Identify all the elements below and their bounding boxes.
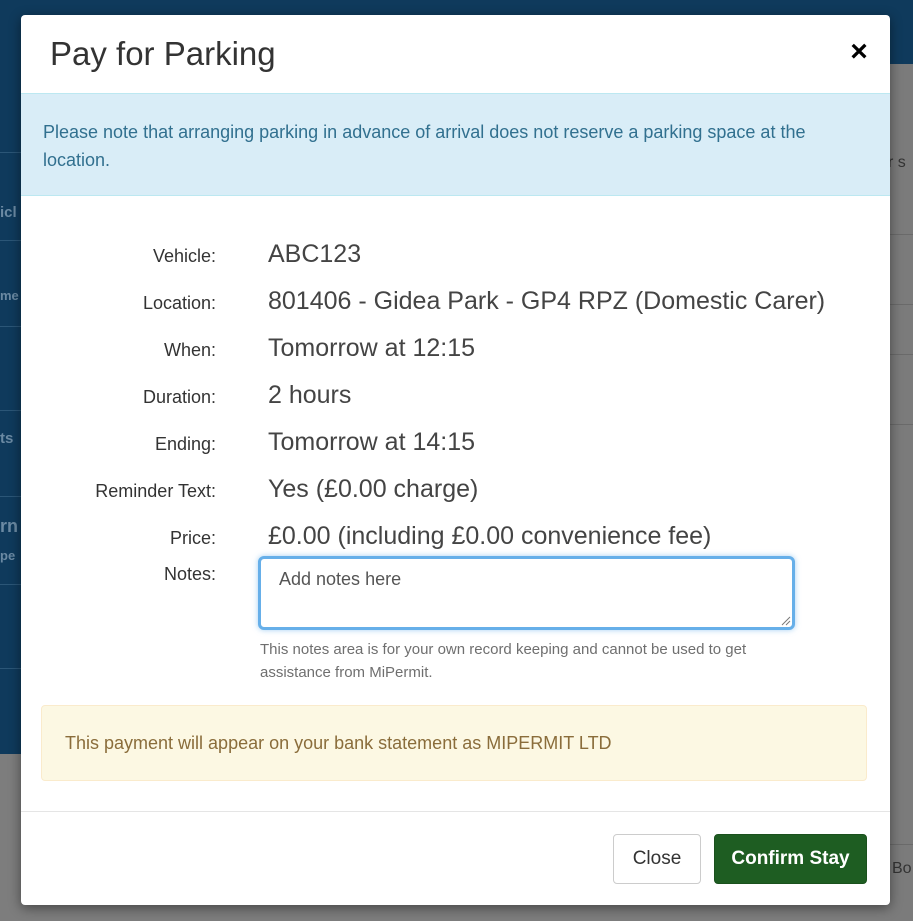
detail-row-duration: Duration: 2 hours [21,381,890,421]
background-fragment: Bo [892,860,912,877]
background-divider [890,234,913,235]
detail-value: Yes (£0.00 charge) [268,475,479,503]
detail-label: Duration: [142,387,216,407]
modal-footer: Close Confirm Stay [21,811,890,905]
notes-label: Notes: [163,564,216,584]
detail-row-when: When: Tomorrow at 12:15 [21,334,890,374]
modal-title: Pay for Parking [50,35,276,72]
detail-label: When: [163,340,216,360]
close-button[interactable]: Close [613,834,701,884]
background-divider [890,424,913,425]
background-right-content: r s Bo [890,64,913,921]
modal-header: Pay for Parking × [21,15,890,93]
bank-statement-alert: This payment will appear on your bank st… [41,705,867,781]
close-icon[interactable]: × [848,37,870,67]
detail-label: Location: [142,293,216,313]
resize-grip-icon[interactable] [781,616,791,626]
pay-for-parking-modal: Pay for Parking × Please note that arran… [21,15,890,905]
background-divider [890,304,913,305]
detail-value: £0.00 (including £0.00 convenience fee) [268,522,712,550]
detail-label: Ending: [154,434,216,454]
detail-row-location: Location: 801406 - Gidea Park - GP4 RPZ … [21,287,890,327]
detail-value: 801406 - Gidea Park - GP4 RPZ (Domestic … [268,287,826,315]
bank-statement-text: This payment will appear on your bank st… [65,733,612,753]
background-fragment: r s [890,154,906,171]
info-alert: Please note that arranging parking in ad… [21,93,890,196]
detail-label: Vehicle: [152,246,216,266]
detail-label: Reminder Text: [95,481,216,501]
confirm-stay-button[interactable]: Confirm Stay [714,834,867,884]
detail-row-reminder-text: Reminder Text: Yes (£0.00 charge) [21,475,890,515]
background-divider [890,844,913,845]
info-alert-text: Please note that arranging parking in ad… [43,122,806,170]
detail-value: ABC123 [268,240,362,268]
detail-label: Price: [169,528,216,548]
detail-value: Tomorrow at 14:15 [268,428,476,456]
detail-value: Tomorrow at 12:15 [268,334,476,362]
notes-textarea[interactable] [258,556,795,630]
background-divider [890,354,913,355]
notes-help-text: This notes area is for your own record k… [260,641,747,681]
detail-row-vehicle: Vehicle: ABC123 [21,240,890,280]
detail-row-ending: Ending: Tomorrow at 14:15 [21,428,890,468]
detail-value: 2 hours [268,381,352,409]
